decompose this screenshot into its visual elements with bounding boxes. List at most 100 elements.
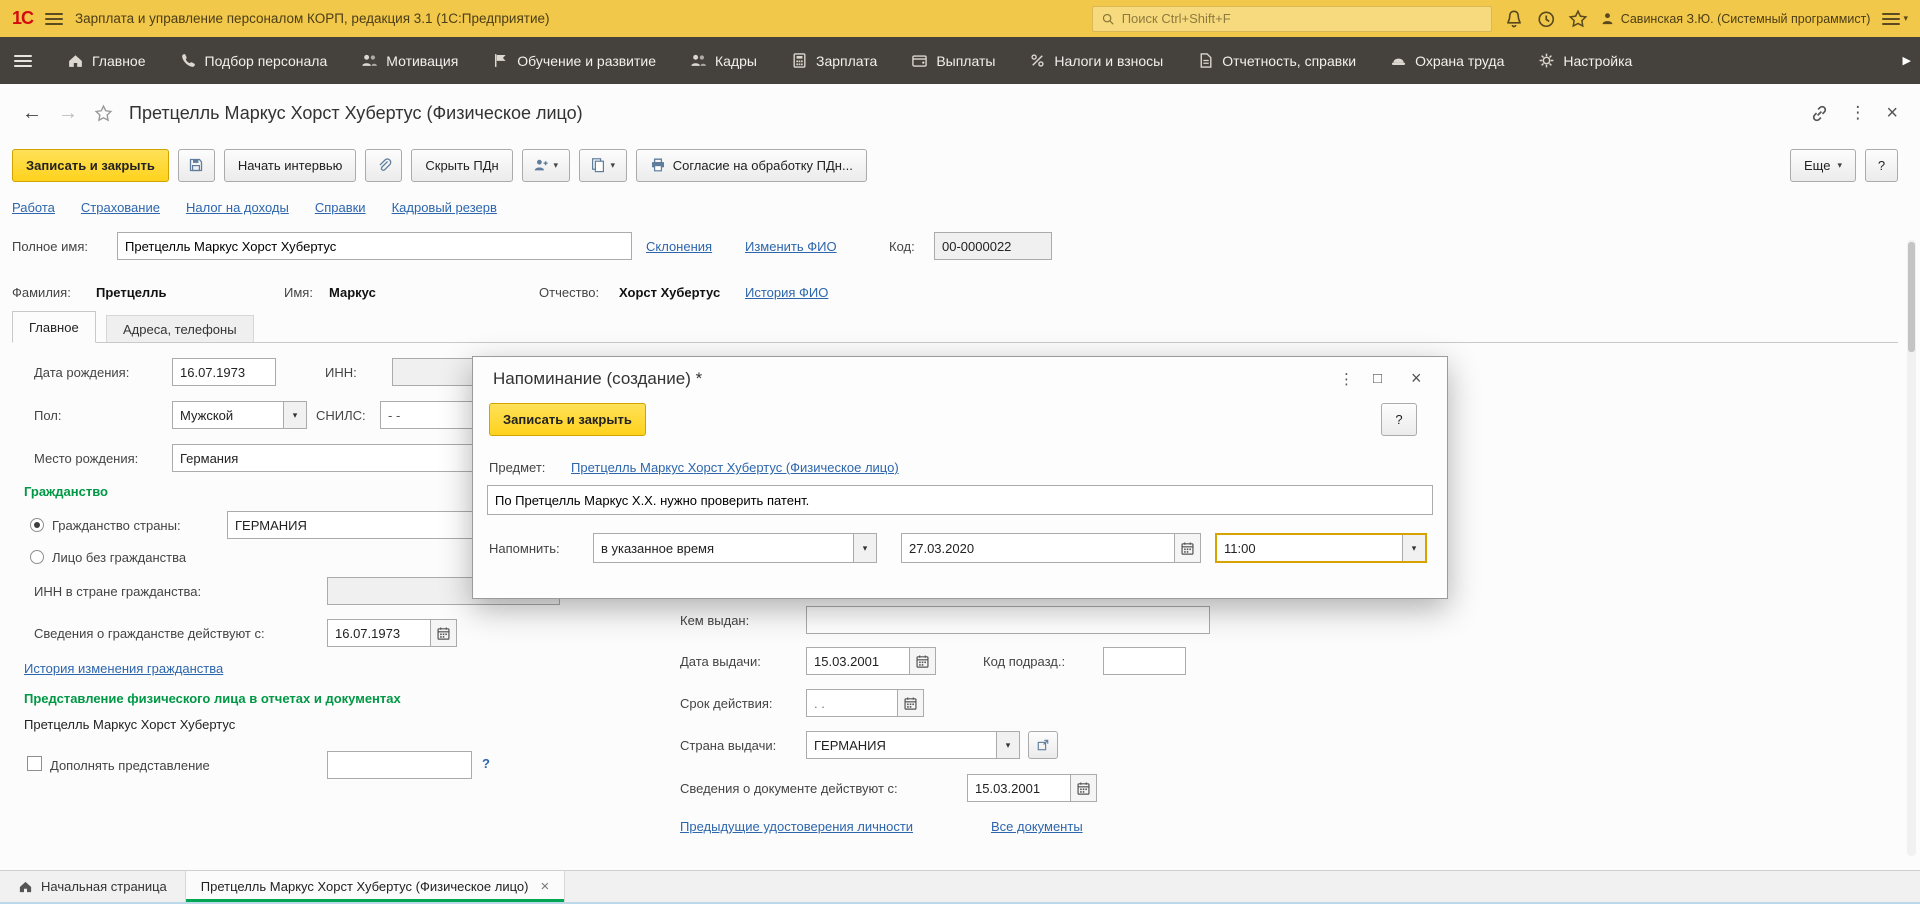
- nav-links: Работа Страхование Налог на доходы Справ…: [12, 200, 497, 215]
- link-insurance[interactable]: Страхование: [81, 200, 160, 215]
- full-name-label: Полное имя:: [12, 239, 88, 254]
- pdn-consent-button[interactable]: Согласие на обработку ПДн...: [635, 148, 867, 182]
- stateless-label[interactable]: Лицо без гражданства: [52, 550, 186, 565]
- tab-main[interactable]: Главное: [12, 311, 96, 343]
- back-arrow-icon[interactable]: ←: [22, 102, 42, 125]
- calendar-icon[interactable]: [1174, 534, 1200, 562]
- percent-icon: [1029, 52, 1046, 69]
- history-icon[interactable]: [1536, 9, 1556, 29]
- section-motivation[interactable]: Мотивация: [344, 37, 475, 84]
- section-settings[interactable]: Настройка: [1521, 37, 1649, 84]
- close-tab-icon[interactable]: ×: [540, 878, 549, 895]
- kebab-menu-icon[interactable]: ⋮: [1849, 103, 1866, 123]
- remind-mode-combo[interactable]: в указанное время ▾: [593, 533, 877, 563]
- middle-name-label: Отчество:: [539, 285, 600, 300]
- citizenship-country-label[interactable]: Гражданство страны:: [52, 518, 181, 533]
- section-reports[interactable]: Отчетность, справки: [1180, 37, 1373, 84]
- doc-valid-from-label: Сведения о документе действуют с:: [680, 781, 898, 796]
- search-input[interactable]: [1121, 11, 1483, 26]
- calendar-icon[interactable]: [1070, 775, 1096, 801]
- name-history-link[interactable]: История ФИО: [745, 285, 828, 300]
- link-work[interactable]: Работа: [12, 200, 55, 215]
- birth-date-field[interactable]: 16.07.1973: [172, 358, 276, 386]
- notifications-bell-icon[interactable]: [1504, 9, 1524, 29]
- scrollbar-thumb[interactable]: [1908, 242, 1915, 352]
- section-taxes[interactable]: Налоги и взносы: [1012, 37, 1180, 84]
- forward-arrow-icon[interactable]: →: [58, 102, 78, 125]
- attachments-button[interactable]: [365, 148, 403, 182]
- hide-pdn-button[interactable]: Скрыть ПДн: [411, 148, 513, 182]
- sections-menu-icon[interactable]: [0, 54, 50, 67]
- section-labor-safety[interactable]: Охрана труда: [1373, 37, 1521, 84]
- responsible-persons-button[interactable]: ▾: [521, 148, 570, 182]
- favorites-star-icon[interactable]: [1568, 9, 1588, 29]
- previous-ids-link[interactable]: Предыдущие удостоверения личности: [680, 819, 913, 834]
- section-hr[interactable]: Кадры: [673, 37, 774, 84]
- start-interview-button[interactable]: Начать интервью: [223, 148, 357, 182]
- append-presentation-field[interactable]: [327, 751, 472, 779]
- chevron-down-icon[interactable]: ▾: [853, 534, 876, 562]
- section-training[interactable]: Обучение и развитие: [475, 37, 673, 84]
- link-income-tax[interactable]: Налог на доходы: [186, 200, 289, 215]
- citizenship-valid-from-field[interactable]: 16.07.1973: [327, 619, 457, 647]
- citizenship-country-radio[interactable]: [30, 518, 44, 532]
- subject-link[interactable]: Претцелль Маркус Хорст Хубертус (Физичес…: [571, 460, 899, 475]
- close-icon[interactable]: ×: [1411, 368, 1422, 389]
- kebab-menu-icon[interactable]: ⋮: [1339, 370, 1354, 388]
- dialog-help-button[interactable]: ?: [1381, 403, 1417, 436]
- reminder-dialog: Напоминание (создание) * ⋮ □ × Записать …: [472, 356, 1448, 599]
- dept-code-field[interactable]: [1103, 647, 1186, 675]
- sections-scroll-right[interactable]: ▶: [1894, 54, 1920, 67]
- change-name-link[interactable]: Изменить ФИО: [745, 239, 837, 254]
- calendar-icon[interactable]: [430, 620, 456, 646]
- chevron-down-icon[interactable]: ▾: [1402, 535, 1425, 561]
- save-button[interactable]: [177, 148, 215, 182]
- issue-country-combo[interactable]: ГЕРМАНИЯ ▾: [806, 731, 1020, 759]
- get-link-icon[interactable]: [1810, 104, 1829, 123]
- append-presentation-label[interactable]: Дополнять представление: [50, 758, 210, 773]
- issued-by-field[interactable]: [806, 606, 1210, 634]
- global-search[interactable]: [1091, 5, 1492, 32]
- create-based-on-button[interactable]: ▾: [578, 148, 627, 182]
- more-button[interactable]: Еще ▾: [1790, 148, 1856, 182]
- dialog-save-and-close-button[interactable]: Записать и закрыть: [489, 403, 646, 436]
- valid-until-field[interactable]: . .: [806, 689, 924, 717]
- remind-time-field[interactable]: 11:00 ▾: [1215, 533, 1427, 563]
- active-window-tab[interactable]: Претцелль Маркус Хорст Хубертус (Физичес…: [184, 871, 566, 902]
- stateless-radio[interactable]: [30, 550, 44, 564]
- doc-valid-from-field[interactable]: 15.03.2001: [967, 774, 1097, 802]
- section-recruiting[interactable]: Подбор персонала: [163, 37, 345, 84]
- chevron-down-icon[interactable]: ▾: [996, 732, 1019, 758]
- gender-combo[interactable]: Мужской ▾: [172, 401, 307, 429]
- presentation-help-link[interactable]: ?: [482, 756, 490, 771]
- remind-date-field[interactable]: 27.03.2020: [901, 533, 1201, 563]
- link-certificates[interactable]: Справки: [315, 200, 366, 215]
- open-windows-taskbar: Начальная страница Претцелль Маркус Хорс…: [0, 870, 1920, 902]
- citizenship-history-link[interactable]: История изменения гражданства: [24, 661, 223, 676]
- section-payments[interactable]: Выплаты: [894, 37, 1012, 84]
- save-and-close-button[interactable]: Записать и закрыть: [12, 148, 169, 182]
- home-page-tab[interactable]: Начальная страница: [0, 871, 185, 902]
- main-menu-icon[interactable]: [45, 12, 64, 25]
- favorite-star-icon[interactable]: [94, 104, 113, 123]
- append-presentation-checkbox[interactable]: [27, 756, 42, 771]
- calendar-icon[interactable]: [909, 648, 935, 674]
- chevron-down-icon[interactable]: ▾: [283, 402, 306, 428]
- issue-date-field[interactable]: 15.03.2001: [806, 647, 936, 675]
- section-main[interactable]: Главное: [50, 37, 163, 84]
- section-salary[interactable]: Зарплата: [774, 37, 894, 84]
- current-user[interactable]: Савинская З.Ю. (Системный программист): [1600, 11, 1870, 26]
- link-personnel-reserve[interactable]: Кадровый резерв: [392, 200, 497, 215]
- close-form-icon[interactable]: ×: [1886, 102, 1898, 125]
- service-menu-button[interactable]: ▾: [1882, 12, 1908, 25]
- tab-addresses[interactable]: Адреса, телефоны: [106, 315, 254, 342]
- declensions-link[interactable]: Склонения: [646, 239, 712, 254]
- vertical-scrollbar[interactable]: [1907, 240, 1916, 856]
- full-name-field[interactable]: [117, 232, 632, 260]
- help-button[interactable]: ?: [1865, 148, 1898, 182]
- reminder-text-field[interactable]: [487, 485, 1433, 515]
- calendar-icon[interactable]: [897, 690, 923, 716]
- issue-country-open-button[interactable]: [1028, 731, 1058, 759]
- all-documents-link[interactable]: Все документы: [991, 819, 1083, 834]
- maximize-icon[interactable]: □: [1373, 370, 1382, 387]
